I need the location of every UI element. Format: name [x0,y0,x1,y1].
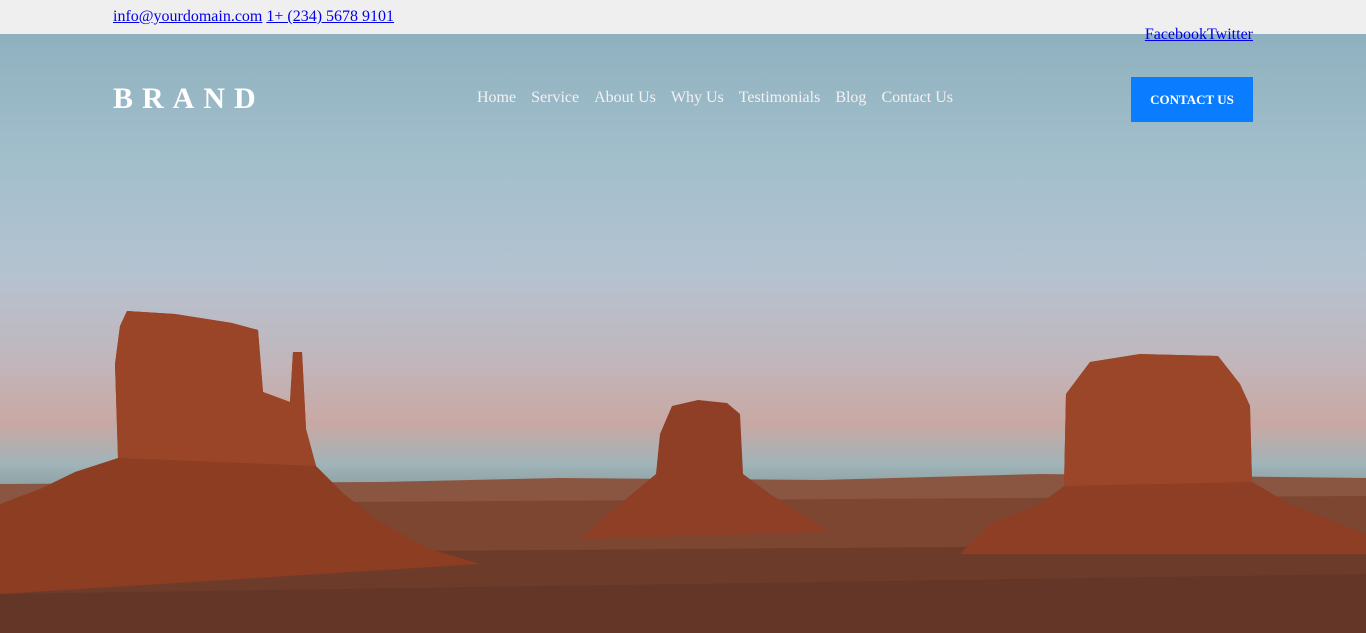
twitter-link[interactable]: Twitter [1207,26,1253,43]
nav-home[interactable]: Home [477,89,516,107]
contact-links: info@yourdomain.com 1+ (234) 5678 9101 [113,7,394,27]
social-links: FacebookTwitter [1145,25,1253,45]
nav-contact-us[interactable]: Contact Us [881,89,953,107]
nav-blog[interactable]: Blog [835,89,866,107]
email-link[interactable]: info@yourdomain.com [113,8,262,25]
facebook-link[interactable]: Facebook [1145,26,1207,43]
phone-link[interactable]: 1+ (234) 5678 9101 [266,8,394,25]
nav-about-us[interactable]: About Us [594,89,656,107]
brand-logo[interactable]: BRAND [113,82,265,116]
contact-us-button[interactable]: CONTACT US [1131,77,1253,122]
nav-service[interactable]: Service [531,89,579,107]
main-nav: Home Service About Us Why Us Testimonial… [477,89,953,107]
nav-testimonials[interactable]: Testimonials [739,89,821,107]
nav-why-us[interactable]: Why Us [671,89,724,107]
site-header: BRAND Home Service About Us Why Us Testi… [0,34,1366,164]
